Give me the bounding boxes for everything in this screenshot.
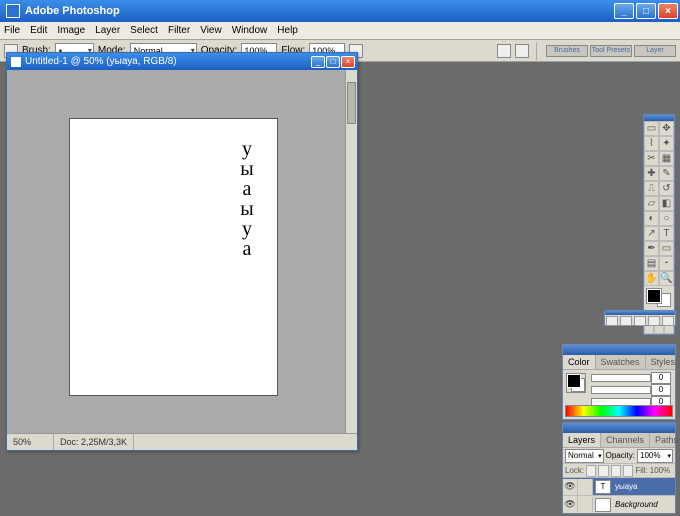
eraser-tool[interactable]: ▱ [644, 196, 659, 211]
history-brush-tool[interactable]: ↺ [659, 181, 674, 196]
menu-layer[interactable]: Layer [95, 25, 120, 36]
color-swatches[interactable] [644, 286, 674, 310]
window-minimize-button[interactable]: _ [614, 3, 634, 19]
fill-label: Fill: [635, 466, 647, 475]
toolbox: ▭✥ ⌇✦ ✂▦ ✚✎ ⎍↺ ▱◧ ◐○ ↗T ✒▭ ▤⁃ ✋🔍 [643, 114, 675, 335]
color-ramp[interactable] [565, 405, 673, 417]
lasso-tool[interactable]: ⌇ [644, 136, 659, 151]
app-titlebar: Adobe Photoshop _ □ × [0, 0, 680, 22]
gradient-tool[interactable]: ◧ [659, 196, 674, 211]
shelf-layercomps[interactable]: Layer Comps [634, 45, 676, 57]
app-icon [6, 4, 20, 18]
text-layer-content: уыаыуа [237, 139, 257, 259]
type-tool[interactable]: T [659, 226, 674, 241]
link-icon[interactable] [578, 497, 593, 513]
document-icon [11, 57, 21, 67]
slice-tool[interactable]: ▦ [659, 151, 674, 166]
document-title: Untitled-1 @ 50% (уыауа, RGB/8) [25, 56, 310, 67]
layer-opacity-input[interactable]: 100% [637, 449, 673, 463]
layer-opacity-label: Opacity: [606, 451, 635, 460]
color-panel-header[interactable] [563, 345, 675, 355]
menu-help[interactable]: Help [277, 25, 298, 36]
tab-swatches[interactable]: Swatches [596, 355, 646, 369]
zoom-level[interactable]: 50% [7, 434, 54, 450]
marquee-tool[interactable]: ▭ [644, 121, 659, 136]
foreground-color[interactable] [647, 289, 661, 303]
val-r[interactable]: 0 [651, 372, 671, 384]
slider-r[interactable] [591, 374, 651, 382]
wand-tool[interactable]: ✦ [659, 136, 674, 151]
link-icon[interactable] [578, 479, 593, 495]
layer-row[interactable]: 👁 Background [563, 496, 675, 512]
menu-window[interactable]: Window [232, 25, 268, 36]
lock-label: Lock: [565, 466, 584, 475]
zoom-tool[interactable]: 🔍 [659, 271, 674, 286]
tab-layers[interactable]: Layers [563, 433, 601, 447]
menu-view[interactable]: View [200, 25, 222, 36]
document-statusbar: 50% Doc: 2,25M/3,3K [7, 433, 357, 450]
color-panel: Color Swatches Styles 0 0 0 [562, 344, 676, 420]
lock-all-icon[interactable] [623, 465, 633, 477]
tab-paths[interactable]: Paths [650, 433, 680, 447]
visibility-icon[interactable]: 👁 [563, 497, 578, 513]
document-window: Untitled-1 @ 50% (уыауа, RGB/8) _ □ × уы… [6, 52, 358, 451]
document-viewport: уыаыуа [7, 70, 346, 433]
shelf-brushes[interactable]: Brushes [546, 45, 588, 57]
canvas[interactable]: уыаыуа [69, 118, 278, 396]
path-tool[interactable]: ↗ [644, 226, 659, 241]
eyedropper-tool[interactable]: ⁃ [659, 256, 674, 271]
fill-input[interactable]: 100% [650, 466, 673, 476]
layer-name[interactable]: Background [613, 500, 658, 509]
palette-toggle-icon[interactable] [497, 44, 511, 58]
menu-select[interactable]: Select [130, 25, 158, 36]
layer-name[interactable]: уыауа [613, 482, 637, 491]
lock-pos-icon[interactable] [611, 465, 621, 477]
layer-row[interactable]: 👁 T уыауа [563, 478, 675, 496]
heal-tool[interactable]: ✚ [644, 166, 659, 181]
blur-tool[interactable]: ◐ [644, 211, 659, 226]
crop-tool[interactable]: ✂ [644, 151, 659, 166]
menu-filter[interactable]: Filter [168, 25, 190, 36]
stamp-tool[interactable]: ⎍ [644, 181, 659, 196]
layer-thumb [595, 498, 611, 512]
brush-tool[interactable]: ✎ [659, 166, 674, 181]
window-close-button[interactable]: × [658, 3, 678, 19]
layers-panel-header[interactable] [563, 423, 675, 433]
app-title: Adobe Photoshop [25, 5, 612, 17]
doc-close-button[interactable]: × [341, 56, 355, 68]
color-swatch[interactable] [566, 373, 586, 393]
val-g[interactable]: 0 [651, 384, 671, 396]
lock-trans-icon[interactable] [586, 465, 596, 477]
menubar: File Edit Image Layer Select Filter View… [0, 22, 680, 40]
hand-tool[interactable]: ✋ [644, 271, 659, 286]
doc-maximize-button[interactable]: □ [326, 56, 340, 68]
document-titlebar[interactable]: Untitled-1 @ 50% (уыауа, RGB/8) _ □ × [7, 53, 357, 70]
vertical-scrollbar[interactable] [345, 70, 357, 433]
shelf-toolpresets[interactable]: Tool Presets [590, 45, 632, 57]
dodge-tool[interactable]: ○ [659, 211, 674, 226]
menu-file[interactable]: File [4, 25, 20, 36]
notes-tool[interactable]: ▤ [644, 256, 659, 271]
blend-mode-select[interactable]: Normal [565, 449, 604, 463]
slider-g[interactable] [591, 386, 651, 394]
visibility-icon[interactable]: 👁 [563, 479, 578, 495]
tab-color[interactable]: Color [563, 355, 596, 369]
lock-pixels-icon[interactable] [598, 465, 608, 477]
move-tool[interactable]: ✥ [659, 121, 674, 136]
tab-channels[interactable]: Channels [601, 433, 650, 447]
doc-info[interactable]: Doc: 2,25M/3,3K [54, 434, 134, 450]
navigator-panel-collapsed[interactable] [604, 310, 676, 326]
layers-panel: Layers Channels Paths Normal Opacity: 10… [562, 422, 676, 514]
window-maximize-button[interactable]: □ [636, 3, 656, 19]
menu-image[interactable]: Image [57, 25, 85, 36]
menu-edit[interactable]: Edit [30, 25, 47, 36]
doc-minimize-button[interactable]: _ [311, 56, 325, 68]
pen-tool[interactable]: ✒ [644, 241, 659, 256]
palette-well-icon[interactable] [515, 44, 529, 58]
shape-tool[interactable]: ▭ [659, 241, 674, 256]
tab-styles[interactable]: Styles [646, 355, 680, 369]
layer-thumb: T [595, 480, 611, 494]
